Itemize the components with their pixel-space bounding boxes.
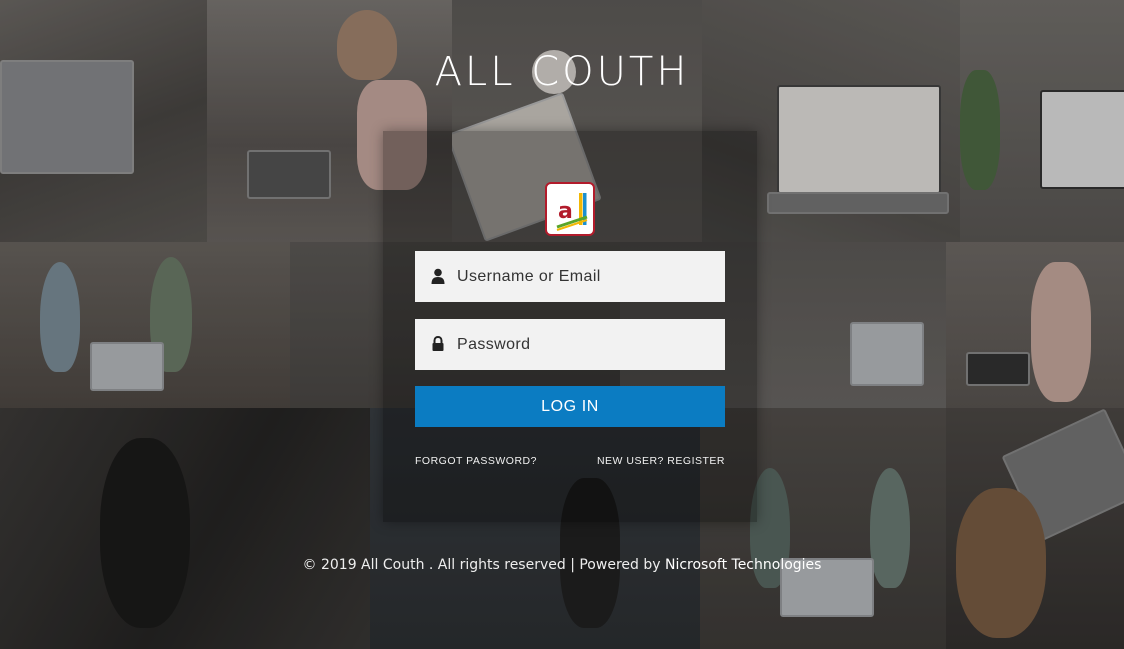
footer-copyright: © 2019 All Couth . All rights reserved |… — [302, 557, 665, 573]
svg-text:a: a — [558, 199, 573, 224]
page-title: ALL COUTH — [434, 49, 690, 95]
username-field[interactable] — [415, 251, 725, 302]
login-panel: a LOG IN FORGOT PASSWORD? NEW USER? REGI… — [383, 131, 757, 522]
lock-icon — [432, 336, 444, 351]
logo-graphic: a — [556, 193, 588, 231]
login-button[interactable]: LOG IN — [415, 386, 725, 427]
username-input[interactable] — [457, 251, 717, 302]
user-icon — [431, 268, 445, 284]
password-input[interactable] — [457, 319, 717, 370]
all-couth-logo-icon: a — [545, 182, 595, 236]
footer: © 2019 All Couth . All rights reserved |… — [0, 557, 1124, 573]
register-link[interactable]: NEW USER? REGISTER — [597, 455, 725, 467]
password-field[interactable] — [415, 319, 725, 370]
powered-by-link[interactable]: Nicrosoft Technologies — [665, 557, 822, 573]
login-page: ALL COUTH a LOG IN — [0, 0, 1124, 649]
forgot-password-link[interactable]: FORGOT PASSWORD? — [415, 455, 537, 467]
